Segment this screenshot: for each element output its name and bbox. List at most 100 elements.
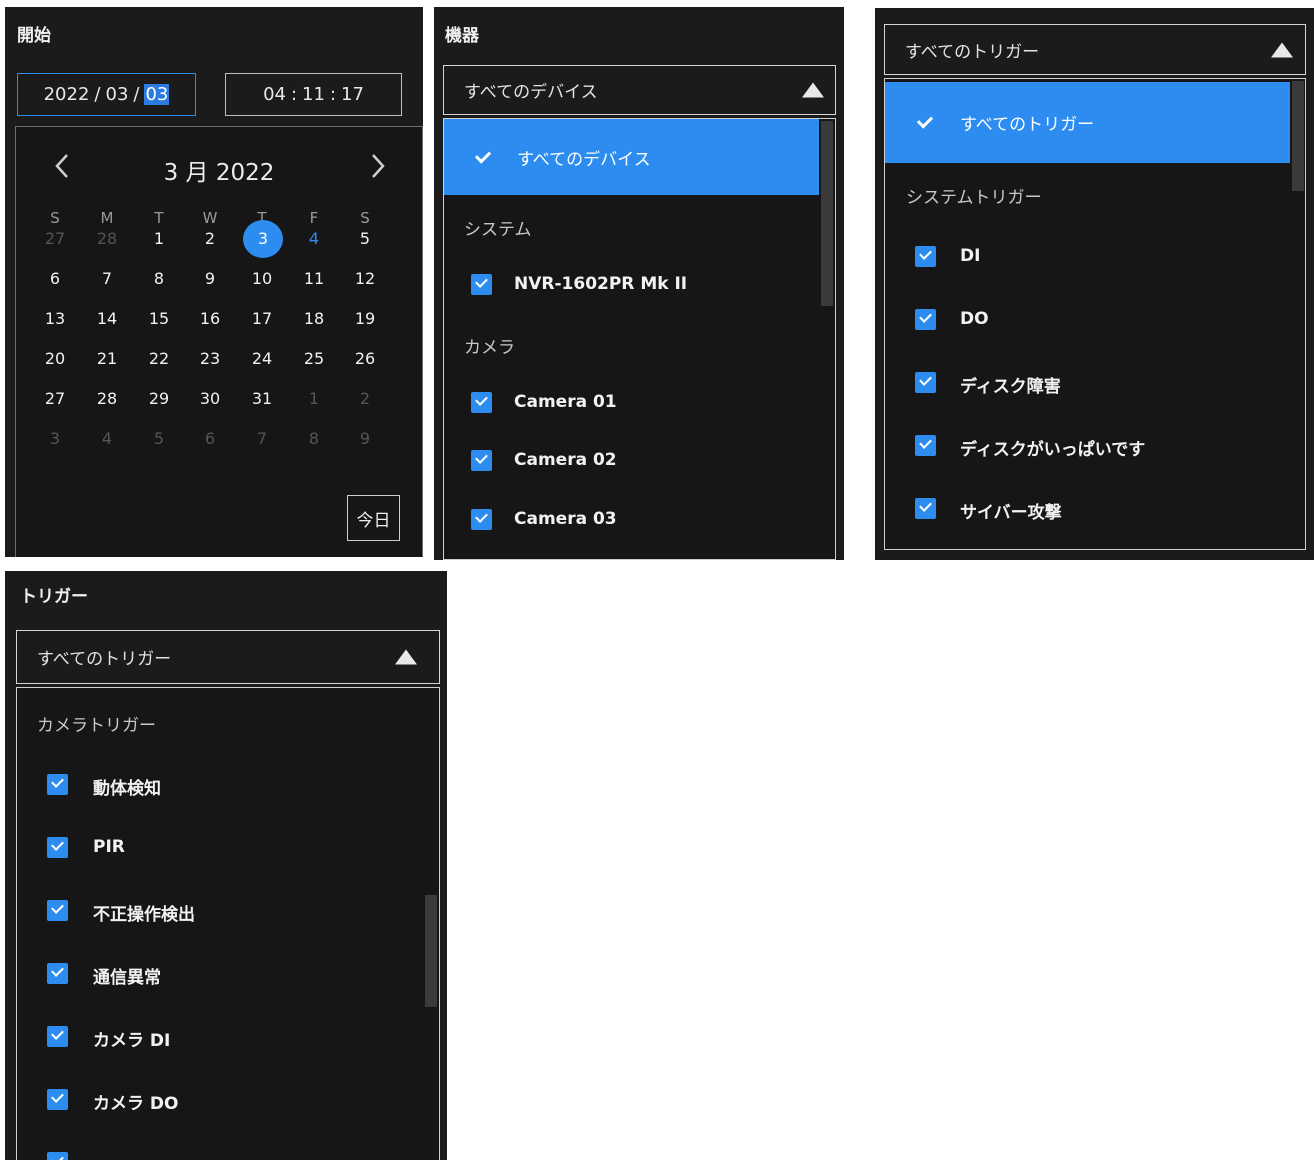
calendar-day[interactable]: 31 xyxy=(243,380,281,418)
group-label-camera-trigger: カメラトリガー xyxy=(37,716,156,736)
checkbox-icon[interactable] xyxy=(47,963,68,984)
calendar-day[interactable]: 2 xyxy=(191,220,229,258)
calendar-day[interactable]: 24 xyxy=(243,340,281,378)
calendar-day[interactable]: 14 xyxy=(88,300,126,338)
checkbox-icon[interactable] xyxy=(47,774,68,795)
date-field[interactable]: 2022 / 03 / 03 xyxy=(17,73,196,116)
calendar-day[interactable]: 10 xyxy=(243,260,281,298)
calendar-day[interactable]: 18 xyxy=(295,300,333,338)
calendar-day[interactable]: 16 xyxy=(191,300,229,338)
date-day[interactable]: 03 xyxy=(144,84,170,105)
calendar-day[interactable]: 20 xyxy=(36,340,74,378)
option-all-devices[interactable]: すべてのデバイス xyxy=(444,119,819,195)
calendar-day[interactable]: 9 xyxy=(346,420,384,458)
collapse-arrow-icon[interactable] xyxy=(1271,42,1293,57)
checkbox-icon[interactable] xyxy=(47,1089,68,1110)
next-month-icon[interactable] xyxy=(370,153,386,185)
calendar-day[interactable]: 6 xyxy=(191,420,229,458)
calendar-day[interactable]: 9 xyxy=(191,260,229,298)
option-cyber-attack[interactable]: サイバー攻撃 xyxy=(960,498,1062,523)
calendar-day[interactable]: 1 xyxy=(295,380,333,418)
calendar-day[interactable]: 22 xyxy=(140,340,178,378)
calendar-day[interactable]: 4 xyxy=(295,220,333,258)
panel-title: 機器 xyxy=(445,26,479,46)
calendar-day[interactable]: 21 xyxy=(88,340,126,378)
calendar-day[interactable]: 19 xyxy=(346,300,384,338)
calendar-popup: 3 月 2022 SMTWTFS 27 28 1 2 3 4 5 6 7 8 9 10 11 12 13 14… xyxy=(15,126,423,557)
checkbox-icon[interactable] xyxy=(915,372,936,393)
calendar-day[interactable]: 15 xyxy=(140,300,178,338)
calendar-day[interactable]: 11 xyxy=(295,260,333,298)
calendar-day[interactable]: 29 xyxy=(140,380,178,418)
calendar-day[interactable]: 23 xyxy=(191,340,229,378)
option-all-triggers[interactable]: すべてのトリガー xyxy=(885,82,1290,163)
calendar-day[interactable]: 3 xyxy=(243,220,283,258)
option-camera-03[interactable]: Camera 03 xyxy=(514,509,617,529)
checkbox-icon[interactable] xyxy=(915,498,936,519)
option-nvr[interactable]: NVR-1602PR Mk II xyxy=(514,274,687,294)
calendar-day[interactable]: 7 xyxy=(88,260,126,298)
option-do[interactable]: DO xyxy=(960,309,989,329)
option-connection-error[interactable]: 通信異常 xyxy=(93,963,161,988)
calendar-day[interactable]: 27 xyxy=(36,380,74,418)
calendar-day[interactable]: 30 xyxy=(191,380,229,418)
calendar-day[interactable]: 6 xyxy=(36,260,74,298)
calendar-day[interactable]: 26 xyxy=(346,340,384,378)
collapse-arrow-icon[interactable] xyxy=(395,649,417,665)
calendar-month-label: 3 月 2022 xyxy=(163,160,275,186)
calendar-day[interactable]: 1 xyxy=(140,220,178,258)
checkbox-icon[interactable] xyxy=(47,900,68,921)
checkbox-icon[interactable] xyxy=(915,246,936,267)
calendar-day[interactable]: 7 xyxy=(243,420,281,458)
calendar-day[interactable]: 2 xyxy=(346,380,384,418)
checkbox-icon[interactable] xyxy=(915,435,936,456)
time-field[interactable]: 04 : 11 : 17 xyxy=(225,73,402,116)
calendar-day[interactable]: 13 xyxy=(36,300,74,338)
calendar-day[interactable]: 25 xyxy=(295,340,333,378)
option-disk-failure[interactable]: ディスク障害 xyxy=(960,372,1061,397)
checkbox-icon[interactable] xyxy=(47,1152,68,1160)
collapse-arrow-icon[interactable] xyxy=(802,82,824,98)
calendar-day[interactable]: 28 xyxy=(88,380,126,418)
option-di[interactable]: DI xyxy=(960,246,980,266)
calendar-day[interactable]: 27 xyxy=(36,220,74,258)
calendar-day[interactable]: 5 xyxy=(346,220,384,258)
trigger-options-list: すべてのトリガー システムトリガー DI DO ディスク障害 ディスクがいっぱい… xyxy=(884,78,1306,550)
scrollbar-thumb[interactable] xyxy=(425,895,437,1007)
trigger-select[interactable]: すべてのトリガー xyxy=(884,24,1306,75)
calendar-day[interactable]: 8 xyxy=(295,420,333,458)
checkbox-icon[interactable] xyxy=(471,274,492,295)
scrollbar-thumb[interactable] xyxy=(821,121,833,306)
checkbox-icon[interactable] xyxy=(47,837,68,858)
scrollbar-thumb[interactable] xyxy=(1292,81,1304,191)
option-tamper-detection[interactable]: 不正操作検出 xyxy=(93,900,195,925)
option-camera-do[interactable]: カメラ DO xyxy=(93,1089,178,1114)
calendar-day[interactable]: 8 xyxy=(140,260,178,298)
checkbox-icon[interactable] xyxy=(471,392,492,413)
option-camera-di[interactable]: カメラ DI xyxy=(93,1026,170,1051)
panel-title: 開始 xyxy=(17,26,51,46)
device-select[interactable]: すべてのデバイス xyxy=(443,65,836,115)
option-camera-01[interactable]: Camera 01 xyxy=(514,392,617,412)
prev-month-icon[interactable] xyxy=(54,153,70,185)
option-pir[interactable]: PIR xyxy=(93,837,125,857)
option-camera-02[interactable]: Camera 02 xyxy=(514,450,617,470)
calendar-day[interactable]: 12 xyxy=(346,260,384,298)
calendar-day[interactable]: 5 xyxy=(140,420,178,458)
checkbox-icon[interactable] xyxy=(471,450,492,471)
trigger-options-list: カメラトリガー 動体検知 PIR 不正操作検出 通信異常 カメラ DI カメラ … xyxy=(16,687,440,1160)
checkbox-icon[interactable] xyxy=(471,509,492,530)
calendar-day[interactable]: 17 xyxy=(243,300,281,338)
calendar-day[interactable]: 28 xyxy=(88,220,126,258)
checkbox-icon[interactable] xyxy=(915,309,936,330)
option-disk-full[interactable]: ディスクがいっぱいです xyxy=(960,435,1145,460)
calendar-day[interactable]: 4 xyxy=(88,420,126,458)
date-month: 03 xyxy=(105,84,129,105)
time-minute: 11 xyxy=(302,84,325,105)
today-button[interactable]: 今日 xyxy=(347,495,400,541)
checkbox-icon[interactable] xyxy=(47,1026,68,1047)
group-label-camera: カメラ xyxy=(464,338,515,358)
option-motion-detection[interactable]: 動体検知 xyxy=(93,774,161,799)
trigger-select[interactable]: すべてのトリガー xyxy=(16,630,440,684)
calendar-day[interactable]: 3 xyxy=(36,420,74,458)
